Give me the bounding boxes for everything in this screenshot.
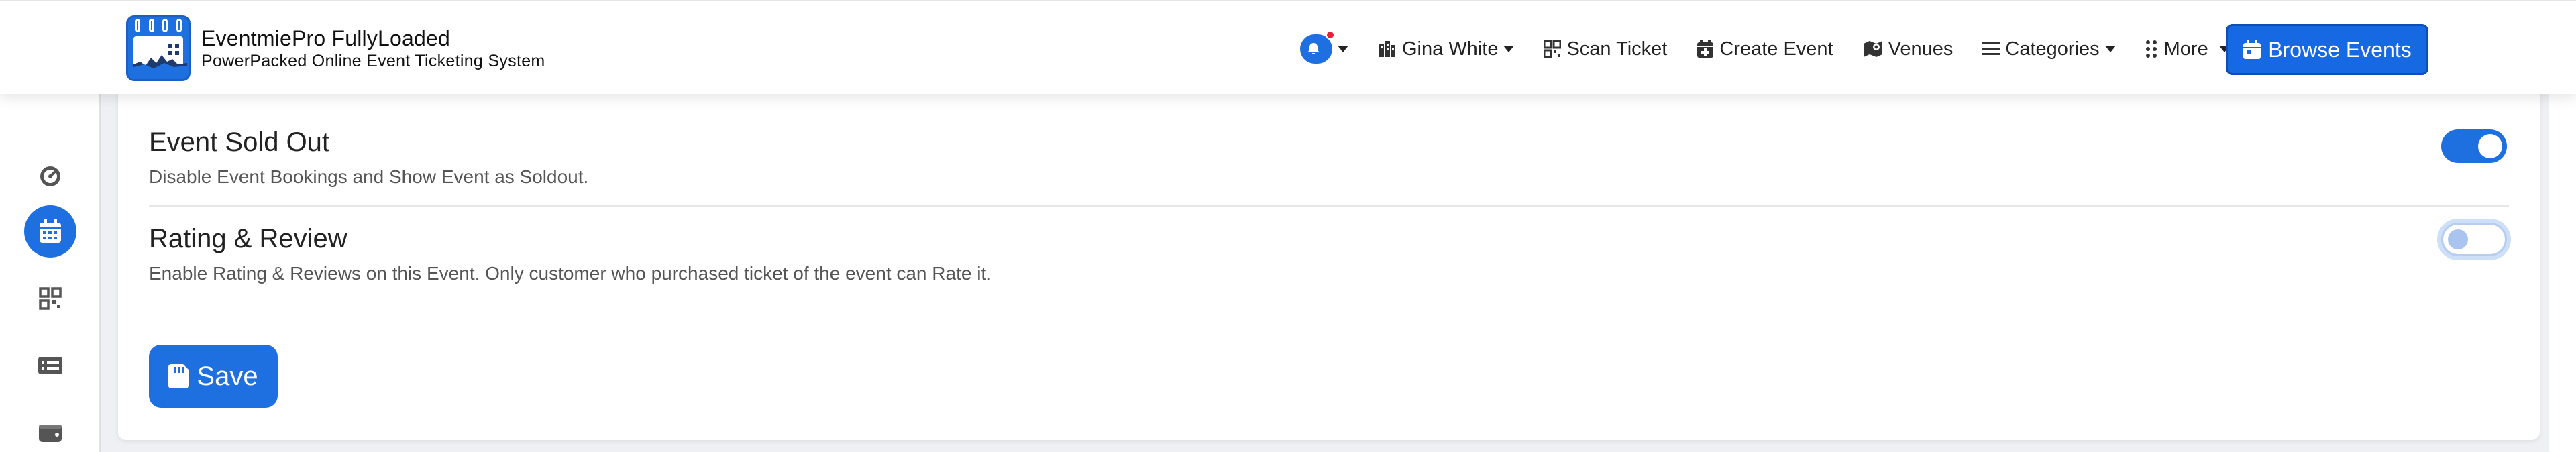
save-button[interactable]: Save	[149, 345, 278, 408]
browse-events-button[interactable]: Browse Events	[2226, 24, 2428, 75]
venues-link[interactable]: Venues	[1863, 38, 1953, 60]
caret-down-icon	[2104, 46, 2116, 52]
wallet-icon[interactable]	[24, 406, 76, 452]
rating-review-toggle[interactable]	[2441, 223, 2507, 256]
brand-subtitle: PowerPacked Online Event Ticketing Syste…	[201, 52, 545, 70]
create-event-label: Create Event	[1719, 38, 1833, 60]
brand-logo-icon	[126, 15, 191, 81]
calendar-plus-icon	[1697, 40, 1714, 58]
sidebar	[0, 94, 101, 452]
calendar-icon	[2243, 40, 2261, 59]
ticket-icon[interactable]	[24, 339, 76, 392]
brand[interactable]: EventmiePro FullyLoaded PowerPacked Onli…	[126, 13, 545, 83]
user-profile-icon	[1379, 41, 1395, 57]
map-icon	[1863, 41, 1882, 57]
bell-icon[interactable]	[1300, 30, 1335, 64]
notification-dot	[1326, 30, 1335, 40]
list-icon	[1982, 42, 2000, 55]
rating-review-description: Enable Rating & Reviews on this Event. O…	[149, 263, 991, 284]
scan-ticket-link[interactable]: Scan Ticket	[1544, 38, 1667, 60]
event-sold-out-toggle[interactable]	[2441, 129, 2507, 163]
save-icon	[168, 364, 189, 388]
toggle-knob	[2448, 229, 2468, 249]
event-sold-out-description: Disable Event Bookings and Show Event as…	[149, 166, 589, 187]
save-label: Save	[197, 361, 258, 391]
create-event-link[interactable]: Create Event	[1697, 38, 1833, 60]
rating-review-title: Rating & Review	[149, 224, 347, 253]
caret-down-icon	[1503, 46, 1515, 52]
grid-dots-icon	[2145, 40, 2157, 58]
scan-ticket-label: Scan Ticket	[1566, 38, 1668, 60]
venues-label: Venues	[1888, 38, 1953, 60]
top-navbar: EventmiePro FullyLoaded PowerPacked Onli…	[0, 0, 2576, 94]
user-name: Gina White	[1402, 38, 1499, 60]
more-label: More	[2163, 38, 2208, 60]
categories-dropdown[interactable]: Categories	[1982, 38, 2116, 60]
dashboard-icon[interactable]	[24, 150, 76, 203]
caret-down-icon	[1338, 46, 1348, 52]
main-nav: Gina White Scan Ticket Create Event Venu…	[1300, 25, 2259, 72]
event-sold-out-title: Event Sold Out	[149, 127, 330, 157]
toggle-knob	[2478, 134, 2502, 158]
brand-title: EventmiePro FullyLoaded	[201, 26, 451, 50]
qr-code-icon[interactable]	[24, 272, 76, 325]
notifications-dropdown[interactable]	[1300, 30, 1348, 64]
categories-label: Categories	[2005, 38, 2100, 60]
event-settings-card: Event Sold Out Disable Event Bookings an…	[118, 80, 2540, 440]
user-menu[interactable]: Gina White	[1378, 38, 1515, 60]
browse-events-label: Browse Events	[2268, 37, 2412, 62]
more-dropdown[interactable]: More	[2145, 38, 2230, 60]
calendar-icon[interactable]	[24, 205, 76, 258]
qr-code-icon	[1544, 40, 1562, 58]
right-edge	[2549, 94, 2576, 452]
divider	[149, 205, 2509, 207]
